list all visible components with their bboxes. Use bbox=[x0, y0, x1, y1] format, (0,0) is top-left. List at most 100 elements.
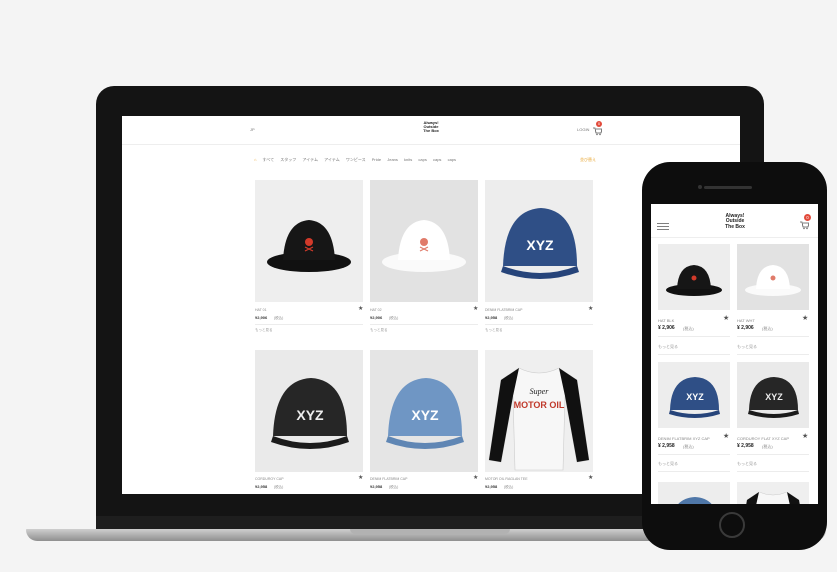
favorite-star-icon[interactable]: ★ bbox=[473, 474, 478, 481]
breadcrumb-item[interactable]: knits bbox=[404, 157, 412, 162]
laptop-notch bbox=[350, 529, 510, 534]
phone-camera bbox=[698, 185, 702, 189]
product-name[interactable]: DENIM FLATBRIM CAP bbox=[485, 308, 522, 312]
favorite-star-icon[interactable]: ★ bbox=[723, 432, 729, 440]
divider bbox=[658, 336, 730, 337]
price-note: (税込) bbox=[389, 485, 399, 489]
product-image[interactable]: XYZ bbox=[370, 350, 478, 472]
more-link[interactable]: もっと見る bbox=[485, 328, 503, 333]
product-name[interactable]: MOTOR OIL RAGLAN TEE bbox=[485, 477, 528, 481]
svg-text:XYZ: XYZ bbox=[411, 407, 439, 423]
favorite-star-icon[interactable]: ★ bbox=[358, 474, 363, 481]
product-price: ¥ 2,906 bbox=[737, 325, 754, 331]
bucket-hat-white-icon bbox=[745, 265, 801, 296]
product-name[interactable]: HAT BLK bbox=[658, 318, 674, 323]
breadcrumb-item[interactable]: アイテム bbox=[324, 157, 340, 162]
breadcrumb-item[interactable]: caps bbox=[448, 157, 456, 162]
breadcrumb-item[interactable]: スタッフ bbox=[280, 157, 296, 162]
brand-logo[interactable]: Always! Outside The Box bbox=[715, 213, 755, 230]
svg-text:XYZ: XYZ bbox=[686, 392, 704, 402]
product-name[interactable]: HAT 01 bbox=[255, 308, 267, 312]
product-image[interactable]: XYZ bbox=[737, 362, 809, 428]
product-price: ¥ 2,958 bbox=[658, 443, 675, 449]
product-price: ¥ 2,906 bbox=[658, 325, 675, 331]
breadcrumb-item[interactable]: Jeans bbox=[387, 157, 398, 162]
hamburger-icon[interactable] bbox=[657, 217, 669, 230]
product-image[interactable]: XYZ bbox=[255, 350, 363, 472]
svg-text:XYZ: XYZ bbox=[296, 407, 324, 423]
raglan-tee-icon bbox=[746, 491, 800, 504]
divider bbox=[658, 354, 730, 355]
product-price: ¥2,958 bbox=[370, 484, 383, 489]
price-note: (税込) bbox=[274, 485, 284, 489]
light-denim-cap-icon: XYZ bbox=[386, 378, 464, 449]
product-name[interactable]: DENIM FLATBRIM CAP bbox=[370, 477, 407, 481]
product-name[interactable]: CORDUROY FLAT XYZ CAP bbox=[737, 436, 789, 441]
product-image[interactable] bbox=[737, 244, 809, 310]
favorite-star-icon[interactable]: ★ bbox=[802, 314, 808, 322]
breadcrumb-item[interactable]: Pride bbox=[372, 157, 381, 162]
brand-logo[interactable]: Always! Outside The Box bbox=[410, 120, 452, 134]
product-price: ¥2,906 bbox=[370, 315, 383, 320]
favorite-star-icon[interactable]: ★ bbox=[588, 474, 593, 481]
product-name[interactable]: CORDUROY CAP bbox=[255, 477, 284, 481]
product-image[interactable] bbox=[658, 244, 730, 310]
product-name[interactable]: HAT WHT bbox=[737, 318, 755, 323]
more-link[interactable]: もっと見る bbox=[658, 344, 678, 350]
corduroy-cap-icon: XYZ bbox=[271, 378, 349, 449]
favorite-star-icon[interactable]: ★ bbox=[588, 305, 593, 312]
divider bbox=[737, 354, 809, 355]
more-link[interactable]: もっと見る bbox=[370, 328, 388, 333]
price-note: (税込) bbox=[389, 316, 399, 320]
phone-home-button[interactable] bbox=[719, 512, 745, 538]
divider bbox=[737, 471, 809, 472]
svg-text:MOTOR OIL: MOTOR OIL bbox=[514, 400, 565, 410]
cart-badge: 0 bbox=[596, 121, 602, 127]
breadcrumb-item[interactable]: すべて bbox=[263, 157, 275, 162]
divider bbox=[658, 454, 730, 455]
product-image[interactable]: Super MOTOR OIL bbox=[485, 350, 593, 472]
product-image[interactable] bbox=[658, 482, 730, 504]
price-note: (税込) bbox=[504, 485, 514, 489]
favorite-star-icon[interactable]: ★ bbox=[473, 305, 478, 312]
site-header: JP Always! Outside The Box LOGIN 0 bbox=[122, 116, 740, 145]
product-name[interactable]: HAT 02 bbox=[370, 308, 382, 312]
home-icon[interactable]: ⌂ bbox=[254, 157, 256, 162]
login-link[interactable]: LOGIN bbox=[577, 127, 589, 132]
breadcrumb: ⌂ すべて スタッフ アイテム アイテム ワンピース Pride Jeans k… bbox=[254, 157, 461, 163]
denim-cap-icon bbox=[678, 497, 712, 504]
product-price: ¥2,958 bbox=[255, 484, 268, 489]
favorite-star-icon[interactable]: ★ bbox=[358, 305, 363, 312]
favorite-star-icon[interactable]: ★ bbox=[723, 314, 729, 322]
breadcrumb-item[interactable]: caps bbox=[433, 157, 441, 162]
bucket-hat-black-icon bbox=[666, 265, 722, 296]
favorite-star-icon[interactable]: ★ bbox=[802, 432, 808, 440]
cart-badge: 0 bbox=[804, 214, 811, 221]
product-price: ¥ 2,958 bbox=[737, 443, 754, 449]
more-link[interactable]: もっと見る bbox=[737, 461, 757, 467]
sort-link[interactable]: 並び替え bbox=[580, 157, 596, 163]
product-name[interactable]: DENIM FLATBRIM XYZ CAP bbox=[658, 436, 710, 441]
product-image[interactable] bbox=[737, 482, 809, 504]
svg-text:XYZ: XYZ bbox=[765, 392, 783, 402]
product-price: ¥2,958 bbox=[485, 484, 498, 489]
more-link[interactable]: もっと見る bbox=[737, 344, 757, 350]
product-image[interactable] bbox=[370, 180, 478, 302]
breadcrumb-item[interactable]: ワンピース bbox=[346, 157, 366, 162]
denim-cap-icon: XYZ bbox=[669, 377, 720, 418]
product-image[interactable]: XYZ bbox=[658, 362, 730, 428]
price-note: (税込) bbox=[683, 444, 694, 449]
divider bbox=[737, 454, 809, 455]
price-note: (税込) bbox=[762, 326, 773, 331]
product-price: ¥2,958 bbox=[485, 315, 498, 320]
denim-cap-icon: XYZ bbox=[501, 208, 579, 279]
price-note: (税込) bbox=[683, 326, 694, 331]
more-link[interactable]: もっと見る bbox=[658, 461, 678, 467]
language-link[interactable]: JP bbox=[250, 127, 255, 132]
breadcrumb-item[interactable]: caps bbox=[418, 157, 426, 162]
product-image[interactable]: XYZ bbox=[485, 180, 593, 302]
more-link[interactable]: もっと見る bbox=[255, 328, 273, 333]
bucket-hat-white-icon bbox=[382, 220, 466, 272]
product-image[interactable] bbox=[255, 180, 363, 302]
breadcrumb-item[interactable]: アイテム bbox=[302, 157, 318, 162]
